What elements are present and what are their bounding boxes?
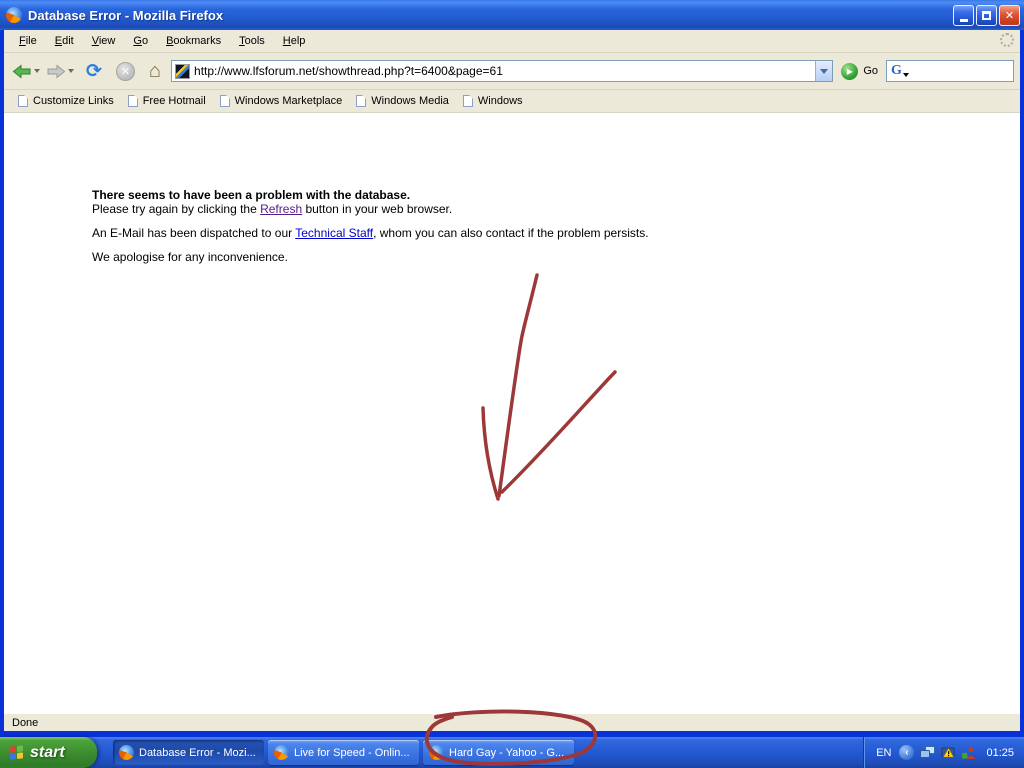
clock: 01:25: [986, 746, 1014, 759]
bookmark-page-icon: [219, 95, 230, 107]
maximize-icon: [982, 10, 991, 20]
status-text: Done: [12, 716, 39, 729]
activity-throbber-icon: [1000, 33, 1014, 47]
go-label: Go: [863, 65, 878, 77]
bookmark-label: Free Hotmail: [142, 95, 206, 107]
taskbar-button-live-for-speed[interactable]: Live for Speed - Onlin...: [268, 740, 419, 765]
messenger-person-icon[interactable]: [962, 746, 976, 759]
home-button[interactable]: ⌂: [149, 61, 161, 81]
go-icon: ▶: [841, 62, 859, 80]
bookmark-windows-marketplace[interactable]: Windows Marketplace: [216, 95, 353, 107]
bookmark-page-icon: [18, 95, 28, 107]
text: button in your web browser.: [302, 202, 453, 216]
system-tray: EN ‹ 01:25: [863, 737, 1024, 768]
taskbar-button-hard-gay-yahoo[interactable]: Hard Gay - Yahoo - G...: [423, 740, 574, 765]
bookmark-label: Windows: [477, 95, 523, 107]
go-button[interactable]: ▶ Go: [841, 62, 878, 80]
minimize-icon: [959, 18, 968, 22]
menu-file[interactable]: File: [10, 32, 46, 50]
window-title: Database Error - Mozilla Firefox: [28, 7, 224, 23]
start-label: start: [30, 743, 65, 761]
start-button[interactable]: start: [0, 737, 97, 768]
menu-bar: File Edit View Go Bookmarks Tools Help: [4, 30, 1020, 53]
security-alert-icon[interactable]: [941, 746, 956, 759]
network-icon[interactable]: [920, 746, 936, 759]
text: , whom you can also contact if the probl…: [373, 226, 649, 240]
forward-arrow-icon: [47, 63, 66, 79]
reload-button[interactable]: ⟳: [86, 62, 102, 81]
text: An E-Mail has been dispatched to our: [92, 226, 296, 240]
forward-button[interactable]: [46, 63, 74, 80]
menu-help[interactable]: Help: [274, 32, 315, 50]
error-line-refresh: Please try again by clicking the Refresh…: [92, 203, 649, 216]
windows-logo-icon: [10, 744, 24, 760]
bookmark-page-icon: [127, 95, 138, 107]
firefox-icon: [119, 745, 134, 760]
forward-dropdown-icon[interactable]: [68, 69, 74, 73]
page-content: There seems to have been a problem with …: [4, 113, 1020, 713]
search-input[interactable]: [908, 64, 1024, 78]
bookmark-page-icon: [356, 95, 367, 107]
taskbar-button-label: Database Error - Mozi...: [139, 746, 256, 759]
back-button[interactable]: [12, 63, 40, 80]
taskbar-buttons: Database Error - Mozi... Live for Speed …: [113, 740, 863, 765]
chevron-down-icon: [820, 68, 829, 74]
minimize-button[interactable]: [953, 4, 974, 26]
refresh-link[interactable]: Refresh: [260, 202, 302, 216]
bookmark-customize-links[interactable]: Customize Links: [14, 95, 124, 107]
menu-tools[interactable]: Tools: [230, 32, 274, 50]
google-icon[interactable]: G: [891, 63, 902, 79]
bookmark-label: Customize Links: [33, 95, 114, 107]
url-input[interactable]: [190, 64, 816, 78]
firefox-icon: [274, 745, 289, 760]
bookmark-windows-media[interactable]: Windows Media: [352, 95, 459, 107]
back-dropdown-icon[interactable]: [34, 69, 40, 73]
url-bar[interactable]: [171, 60, 834, 82]
taskbar-button-label: Hard Gay - Yahoo - G...: [449, 746, 565, 759]
firefox-icon: [6, 7, 22, 23]
error-heading: There seems to have been a problem with …: [92, 188, 411, 202]
taskbar-button-label: Live for Speed - Onlin...: [294, 746, 410, 759]
bookmark-windows[interactable]: Windows: [459, 95, 533, 107]
menu-bookmarks[interactable]: Bookmarks: [157, 32, 230, 50]
maximize-button[interactable]: [976, 4, 997, 26]
database-error-message: There seems to have been a problem with …: [92, 189, 649, 264]
text: Please try again by clicking the: [92, 202, 261, 216]
error-line-email: An E-Mail has been dispatched to our Tec…: [92, 227, 649, 240]
stop-button[interactable]: ✕: [115, 61, 135, 81]
site-favicon-icon: [175, 63, 191, 79]
bookmark-label: Windows Marketplace: [234, 95, 343, 107]
taskbar-button-database-error[interactable]: Database Error - Mozi...: [113, 740, 264, 765]
menu-edit[interactable]: Edit: [46, 32, 83, 50]
navigation-toolbar: ⟳ ✕ ⌂ ▶ Go G: [4, 53, 1024, 90]
bookmark-label: Windows Media: [371, 95, 449, 107]
error-line-apology: We apologise for any inconvenience.: [92, 250, 288, 264]
close-button[interactable]: ✕: [999, 4, 1020, 26]
bookmark-free-hotmail[interactable]: Free Hotmail: [124, 95, 216, 107]
language-indicator[interactable]: EN: [876, 747, 891, 759]
browser-window: Database Error - Mozilla Firefox ✕ File …: [0, 0, 1024, 737]
title-bar: Database Error - Mozilla Firefox ✕: [0, 0, 1024, 30]
technical-staff-link[interactable]: Technical Staff: [295, 226, 373, 240]
firefox-icon: [429, 745, 444, 760]
menu-view[interactable]: View: [83, 32, 125, 50]
window-body: File Edit View Go Bookmarks Tools Help ⟳…: [0, 30, 1024, 737]
menu-go[interactable]: Go: [124, 32, 157, 50]
taskbar: start Database Error - Mozi... Live for …: [0, 737, 1024, 768]
bookmarks-toolbar: Customize Links Free Hotmail Windows Mar…: [4, 90, 1020, 113]
bookmark-page-icon: [462, 95, 473, 107]
search-box[interactable]: G: [886, 60, 1024, 82]
back-arrow-icon: [12, 63, 31, 79]
hide-icons-chevron-icon[interactable]: ‹: [899, 745, 915, 760]
status-bar: Done: [4, 713, 1020, 731]
url-dropdown-button[interactable]: [815, 61, 833, 81]
